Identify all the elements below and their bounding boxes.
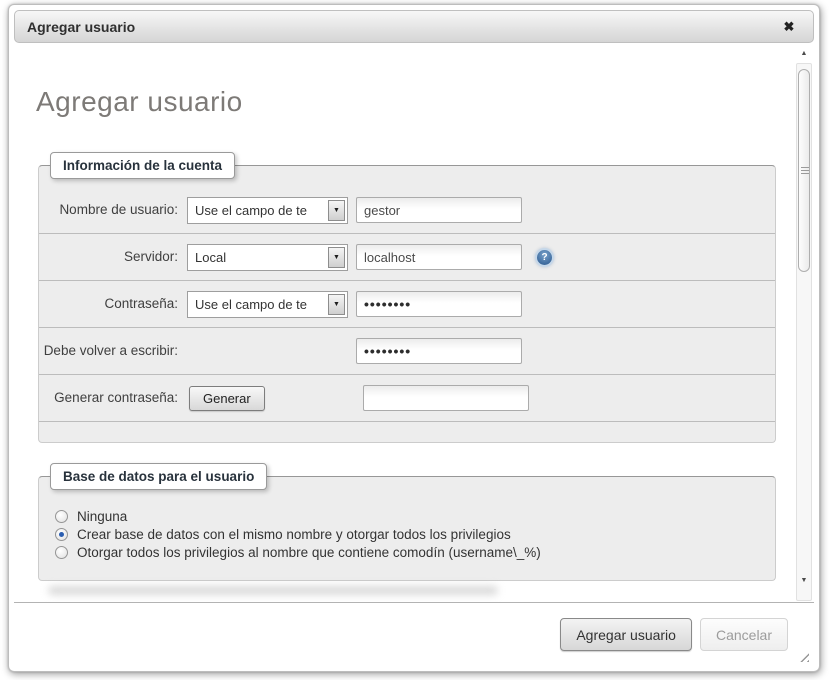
scrollbar-thumb[interactable] — [798, 69, 810, 272]
scroll-up-icon[interactable]: ▲ — [796, 50, 812, 60]
password-row: Contraseña: Use el campo de te ▼ — [39, 281, 775, 328]
retype-password-input[interactable] — [356, 338, 522, 364]
dialog-buttonpane: Agregar usuario Cancelar — [14, 602, 814, 666]
username-type-select[interactable]: Use el campo de te ▼ — [187, 197, 348, 224]
add-user-button[interactable]: Agregar usuario — [560, 618, 692, 651]
close-button[interactable]: ✖ — [777, 15, 801, 39]
page-title: Agregar usuario — [36, 86, 788, 118]
radio-icon[interactable] — [55, 546, 68, 559]
add-user-dialog: Agregar usuario ✖ Agregar usuario Inform… — [8, 4, 820, 672]
generate-password-row: Generar contraseña: Generar — [39, 375, 775, 422]
scroll-content: Agregar usuario Información de la cuenta… — [14, 46, 788, 602]
host-type-select-value: Local — [195, 250, 226, 265]
host-type-select[interactable]: Local ▼ — [187, 244, 348, 271]
page: Agregar usuario ✖ Agregar usuario Inform… — [0, 0, 829, 680]
generated-password-input[interactable] — [363, 385, 529, 411]
dialog-title: Agregar usuario — [27, 19, 777, 35]
generate-button[interactable]: Generar — [189, 386, 265, 411]
radio-icon[interactable] — [55, 510, 68, 523]
close-icon: ✖ — [784, 20, 795, 33]
username-row: Nombre de usuario: Use el campo de te ▼ — [39, 187, 775, 234]
dialog-titlebar[interactable]: Agregar usuario ✖ — [14, 10, 814, 43]
retype-password-row: Debe volver a escribir: — [39, 328, 775, 375]
db-option-create-same-name[interactable]: Crear base de datos con el mismo nombre … — [55, 527, 775, 542]
radio-icon[interactable] — [55, 528, 68, 541]
dropdown-arrow-icon: ▼ — [328, 247, 345, 268]
password-label: Contraseña: — [39, 295, 187, 313]
spacer — [187, 351, 348, 352]
db-option-none[interactable]: Ninguna — [55, 509, 775, 524]
scroll-down-icon[interactable]: ▼ — [797, 577, 811, 584]
dialog-content: Agregar usuario Información de la cuenta… — [14, 46, 814, 602]
cancel-button[interactable]: Cancelar — [700, 618, 788, 651]
host-input[interactable] — [356, 244, 522, 270]
database-legend: Base de datos para el usuario — [50, 463, 267, 490]
retype-password-label: Debe volver a escribir: — [39, 342, 187, 360]
host-row: Servidor: Local ▼ ? — [39, 234, 775, 281]
username-type-select-value: Use el campo de te — [195, 203, 307, 218]
resize-handle-icon[interactable] — [796, 649, 809, 662]
dropdown-arrow-icon: ▼ — [328, 294, 345, 315]
scrollbar-grip-icon — [801, 167, 809, 175]
password-type-select[interactable]: Use el campo de te ▼ — [187, 291, 348, 318]
db-option-create-same-name-label[interactable]: Crear base de datos con el mismo nombre … — [77, 527, 511, 542]
password-type-select-value: Use el campo de te — [195, 297, 307, 312]
password-input[interactable] — [356, 291, 522, 317]
scrollbar[interactable]: ▲ ▼ — [796, 53, 812, 601]
dropdown-arrow-icon: ▼ — [328, 200, 345, 221]
username-input[interactable] — [356, 197, 522, 223]
db-option-wildcard[interactable]: Otorgar todos los privilegios al nombre … — [55, 545, 775, 560]
db-option-none-label[interactable]: Ninguna — [77, 509, 127, 524]
help-icon[interactable]: ? — [537, 250, 552, 265]
host-label: Servidor: — [39, 248, 187, 266]
generate-password-label: Generar contraseña: — [39, 389, 187, 407]
db-option-wildcard-label[interactable]: Otorgar todos los privilegios al nombre … — [77, 545, 541, 560]
scrollbar-track[interactable]: ▼ — [796, 63, 812, 601]
username-label: Nombre de usuario: — [39, 201, 187, 219]
next-section-cutoff — [48, 586, 498, 595]
account-info-fieldset: Información de la cuenta Nombre de usuar… — [38, 165, 776, 443]
account-info-legend: Información de la cuenta — [50, 152, 235, 179]
database-fieldset: Base de datos para el usuario Ninguna Cr… — [38, 476, 776, 581]
